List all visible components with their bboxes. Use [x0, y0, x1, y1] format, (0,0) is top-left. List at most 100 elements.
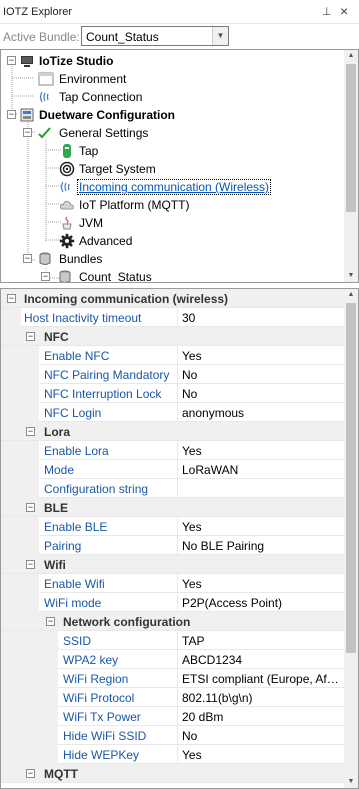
bundles-icon	[39, 252, 51, 265]
property-row-configuration-string[interactable]: Configuration string	[1, 479, 344, 498]
property-row-nfc-interruption-lock[interactable]: NFC Interruption Lock No	[1, 384, 344, 403]
property-value[interactable]: No BLE Pairing	[182, 539, 340, 553]
property-row-enable-nfc[interactable]: Enable NFC Yes	[1, 346, 344, 365]
tree-item-label: General Settings	[59, 126, 149, 140]
tree-item-advanced[interactable]: Advanced	[1, 232, 344, 250]
property-category-label: MQTT	[44, 767, 78, 781]
collapse-icon[interactable]: −	[7, 56, 16, 65]
property-category-label: Lora	[44, 425, 71, 439]
property-category-ble[interactable]: − BLE	[1, 498, 344, 517]
property-category-nfc[interactable]: − NFC	[1, 327, 344, 346]
property-row-wpa2-key[interactable]: WPA2 key ABCD1234	[1, 650, 344, 669]
tree-item-label: IoT Platform (MQTT)	[79, 198, 190, 212]
scroll-down-icon[interactable]: ▼	[344, 776, 358, 788]
property-value[interactable]: 30	[182, 311, 340, 325]
scroll-down-icon[interactable]: ▼	[344, 270, 358, 282]
collapse-icon[interactable]: −	[26, 332, 35, 341]
tree-item-target-system[interactable]: Target System	[1, 160, 344, 178]
property-row-mode[interactable]: Mode LoRaWAN	[1, 460, 344, 479]
tree-item-label: Tap	[79, 144, 99, 158]
property-value[interactable]: ABCD1234	[182, 653, 340, 667]
property-value[interactable]: P2P(Access Point)	[182, 596, 340, 610]
tree-item-count-status[interactable]: − Count_Status	[1, 268, 344, 282]
tree-item-iot-platform[interactable]: IoT Platform (MQTT)	[1, 196, 344, 214]
property-value[interactable]: Yes	[182, 577, 340, 591]
property-row-enable-wifi[interactable]: Enable Wifi Yes	[1, 574, 344, 593]
java-icon	[62, 216, 72, 230]
active-bundle-select[interactable]: Count_Status ▼	[81, 26, 229, 46]
close-icon[interactable]: ×	[340, 3, 348, 19]
property-grid-scrollbar[interactable]: ▲ ▼	[344, 289, 358, 788]
property-row-enable-lora[interactable]: Enable Lora Yes	[1, 441, 344, 460]
property-category-lora[interactable]: − Lora	[1, 422, 344, 441]
property-category-network-configuration[interactable]: − Network configuration	[1, 612, 344, 631]
property-value[interactable]: Yes	[182, 520, 340, 534]
tree-item-tap[interactable]: Tap	[1, 142, 344, 160]
property-category-incoming-communication[interactable]: − Incoming communication (wireless)	[1, 289, 344, 308]
tree-item-general-settings[interactable]: − General Settings	[1, 124, 344, 142]
pin-icon[interactable]: ⊥	[322, 5, 332, 18]
property-row-nfc-pairing-mandatory[interactable]: NFC Pairing Mandatory No	[1, 365, 344, 384]
settings-check-icon	[38, 127, 51, 139]
collapse-icon[interactable]: −	[26, 769, 35, 778]
property-value[interactable]: Yes	[182, 748, 340, 762]
tree-item-bundles[interactable]: − Bundles	[1, 250, 344, 268]
property-row-nfc-login[interactable]: NFC Login anonymous	[1, 403, 344, 422]
property-name: WiFi Protocol	[63, 691, 135, 705]
collapse-icon[interactable]: −	[23, 128, 32, 137]
tree-item-duetware-configuration[interactable]: − Duetware Configuration	[1, 106, 344, 124]
property-value[interactable]: No	[182, 729, 340, 743]
property-value[interactable]: TAP	[182, 634, 340, 648]
property-value[interactable]: Yes	[182, 444, 340, 458]
tree-item-jvm[interactable]: JVM	[1, 214, 344, 232]
collapse-icon[interactable]: −	[26, 560, 35, 569]
property-row-wifi-region[interactable]: WiFi Region ETSI compliant (Europe, Af…	[1, 669, 344, 688]
tree-scrollbar[interactable]: ▲ ▼	[344, 50, 358, 282]
property-value[interactable]: ETSI compliant (Europe, Af…	[182, 672, 340, 686]
tree-item-label: Duetware Configuration	[39, 108, 176, 122]
property-row-wifi-tx-power[interactable]: WiFi Tx Power 20 dBm	[1, 707, 344, 726]
property-row-host-inactivity-timeout[interactable]: Host Inactivity timeout 30	[1, 308, 344, 327]
collapse-icon[interactable]: −	[46, 617, 55, 626]
tree-scrollbar-thumb[interactable]	[346, 64, 356, 212]
tree-item-environment[interactable]: Environment	[1, 70, 344, 88]
property-row-wifi-mode[interactable]: WiFi mode P2P(Access Point)	[1, 593, 344, 612]
property-row-enable-ble[interactable]: Enable BLE Yes	[1, 517, 344, 536]
collapse-icon[interactable]: −	[26, 503, 35, 512]
tree-item-label: Bundles	[59, 252, 103, 266]
tree-item-tap-connection[interactable]: Tap Connection	[1, 88, 344, 106]
active-bundle-bar: Active Bundle: Count_Status ▼	[0, 24, 359, 48]
scroll-up-icon[interactable]: ▲	[344, 289, 358, 301]
property-row-pairing[interactable]: Pairing No BLE Pairing	[1, 536, 344, 555]
property-grid: − Incoming communication (wireless) Host…	[0, 288, 359, 789]
property-row-wifi-protocol[interactable]: WiFi Protocol 802.11(b\g\n)	[1, 688, 344, 707]
property-name: WiFi Region	[63, 672, 129, 686]
property-category-wifi[interactable]: − Wifi	[1, 555, 344, 574]
chevron-down-icon[interactable]: ▼	[212, 27, 228, 45]
property-category-mqtt[interactable]: − MQTT	[1, 764, 344, 783]
property-grid-scrollbar-thumb[interactable]	[346, 303, 356, 653]
property-value[interactable]: 20 dBm	[182, 710, 340, 724]
collapse-icon[interactable]: −	[26, 427, 35, 436]
property-value[interactable]: No	[182, 368, 340, 382]
property-row-hide-wepkey[interactable]: Hide WEPKey Yes	[1, 745, 344, 764]
collapse-icon[interactable]: −	[23, 254, 32, 263]
tree-item-incoming-communication[interactable]: Incoming communication (Wireless)	[1, 178, 344, 196]
collapse-icon[interactable]: −	[7, 110, 16, 119]
collapse-icon[interactable]: −	[7, 294, 16, 303]
property-value[interactable]: anonymous	[182, 406, 340, 420]
property-value[interactable]: Yes	[182, 349, 340, 363]
property-name: WiFi mode	[44, 596, 102, 610]
property-row-ssid[interactable]: SSID TAP	[1, 631, 344, 650]
scroll-up-icon[interactable]: ▲	[344, 50, 358, 62]
property-value[interactable]: 802.11(b\g\n)	[182, 691, 340, 705]
property-value[interactable]: No	[182, 387, 340, 401]
tree-item-label: Tap Connection	[59, 90, 143, 104]
property-category-label: NFC	[44, 330, 69, 344]
tree-item-iotize-studio[interactable]: − IoTize Studio	[1, 52, 344, 70]
property-name: SSID	[63, 634, 92, 648]
tree-item-label: Advanced	[79, 234, 133, 248]
property-row-hide-wifi-ssid[interactable]: Hide WiFi SSID No	[1, 726, 344, 745]
property-value[interactable]: LoRaWAN	[182, 463, 340, 477]
collapse-icon[interactable]: −	[41, 272, 50, 281]
